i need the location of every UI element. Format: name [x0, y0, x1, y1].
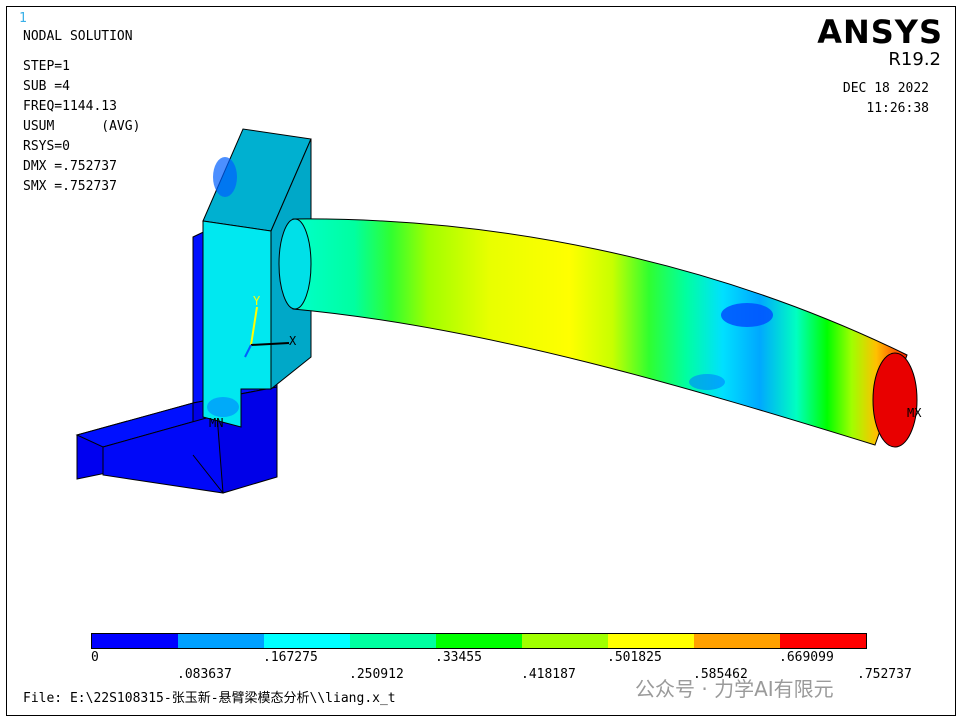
legend-value-5: .418187: [521, 667, 576, 682]
legend-band-3: [264, 634, 350, 648]
legend-band-5: [436, 634, 522, 648]
legend-value-0: 0: [91, 650, 99, 665]
legend-value-6: .501825: [607, 650, 662, 665]
legend-value-4: .33455: [435, 650, 482, 665]
contour-legend-bar: [91, 633, 867, 649]
legend-band-7: [608, 634, 694, 648]
axis-x-label: X: [289, 334, 297, 348]
legend-value-3: .250912: [349, 667, 404, 682]
legend-band-8: [694, 634, 780, 648]
legend-value-8: .669099: [779, 650, 834, 665]
axis-y-label: Y: [253, 294, 261, 308]
contour-model: Y X MN MX: [75, 128, 922, 494]
graphics-window: 1 NODAL SOLUTION STEP=1 SUB =4 FREQ=1144…: [6, 6, 956, 716]
file-path: File: E:\22S108315-张玉新-悬臂梁模态分析\\liang.x_…: [23, 691, 396, 706]
legend-value-1: .083637: [177, 667, 232, 682]
legend-band-4: [350, 634, 436, 648]
legend-band-6: [522, 634, 608, 648]
legend-band-9: [780, 634, 866, 648]
watermark: 公众号 · 力学AI有限元: [635, 677, 834, 701]
cantilever-beam: [278, 218, 918, 448]
legend-band-1: [92, 634, 178, 648]
legend-band-2: [178, 634, 264, 648]
max-marker: MX: [907, 406, 922, 420]
legend-value-9: .752737: [857, 667, 912, 682]
min-marker: MN: [209, 416, 223, 430]
legend-value-2: .167275: [263, 650, 318, 665]
